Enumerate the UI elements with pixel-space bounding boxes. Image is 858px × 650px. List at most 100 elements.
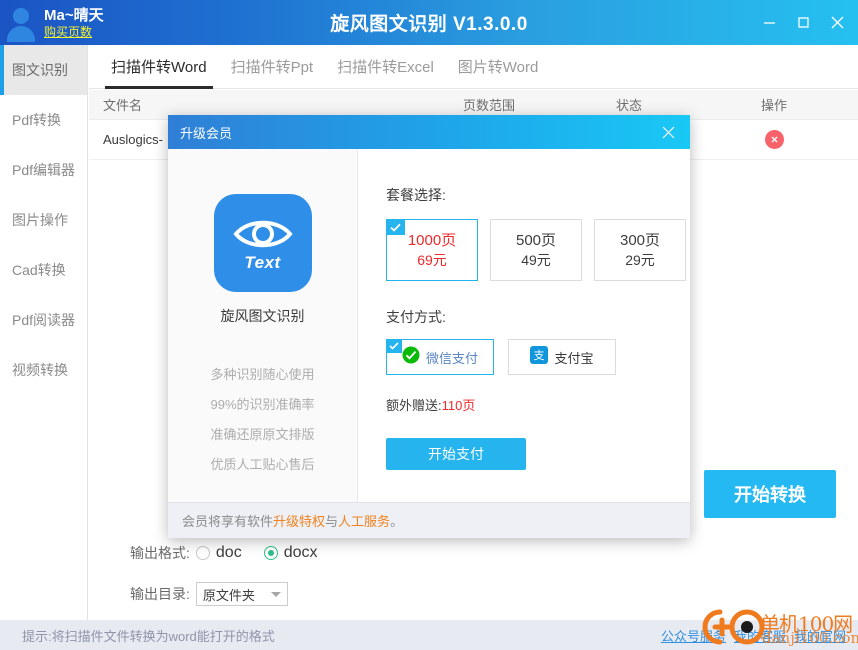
- tab-label: 图片转Word: [457, 59, 539, 76]
- user-info: Ma~晴天 购买页数: [44, 7, 104, 39]
- sidebar-item-video-convert[interactable]: 视频转换: [0, 345, 87, 395]
- footer-highlight-2: 人工服务: [338, 514, 391, 529]
- package-option-500[interactable]: 500页 49元: [490, 219, 582, 281]
- output-format-label: 输出格式:: [130, 545, 190, 561]
- tab-scan-to-excel[interactable]: 扫描件转Excel: [325, 45, 446, 89]
- feature-item: 多种识别随心使用: [210, 367, 315, 382]
- dialog-title: 升级会员: [180, 125, 233, 141]
- output-directory-select[interactable]: 原文件夹: [195, 582, 288, 606]
- radio-option-doc[interactable]: doc: [195, 544, 258, 562]
- radio-option-docx[interactable]: docx: [263, 544, 334, 562]
- app-logo-text: Text: [244, 253, 281, 272]
- package-option-300[interactable]: 300页 29元: [594, 219, 686, 281]
- sidebar-item-label: 图文识别: [12, 62, 68, 78]
- package-option-1000[interactable]: 1000页 69元: [386, 219, 478, 281]
- maximize-icon[interactable]: [786, 0, 820, 45]
- upgrade-membership-dialog: 升级会员 Text 旋风图文识别 多种识别随心使用 99%的识别准确率 准确还原…: [168, 115, 690, 538]
- link-customer-service[interactable]: 我的客服: [734, 626, 786, 645]
- bonus-label: 额外赠送:: [386, 398, 442, 413]
- delete-circle-icon[interactable]: [764, 130, 784, 149]
- output-directory-row: 输出目录: 原文件夹: [130, 582, 288, 606]
- sidebar: 图文识别 Pdf转换 Pdf编辑器 图片操作 Cad转换 Pdf阅读器 视频转换: [0, 45, 88, 650]
- package-price: 49元: [521, 251, 551, 268]
- link-official-account[interactable]: 公众号服务: [661, 626, 726, 645]
- payment-label: 支付宝: [554, 350, 594, 366]
- footer-mid: 与: [325, 514, 339, 529]
- footer-prefix: 会员将享有软件: [182, 514, 274, 529]
- tab-label: 扫描件转Word: [111, 59, 207, 76]
- sidebar-item-label: 视频转换: [12, 362, 68, 378]
- checkmark-icon: [386, 219, 405, 235]
- output-format-row: 输出格式: doc docx: [130, 543, 333, 563]
- wechat-pay-icon: [402, 346, 420, 369]
- eye-icon: [232, 220, 293, 248]
- column-header-page-range: 页数范围: [462, 98, 515, 113]
- payment-option-wechat[interactable]: 微信支付: [386, 339, 494, 375]
- application-window: Ma~晴天 购买页数 旋风图文识别 V1.3.0.0 图文识别 Pdf转换 Pd…: [0, 0, 858, 650]
- package-pages: 300页: [619, 231, 661, 249]
- footer-highlight-1: 升级特权: [273, 514, 326, 529]
- app-logo-icon: Text: [213, 194, 312, 292]
- dialog-body: Text 旋风图文识别 多种识别随心使用 99%的识别准确率 准确还原原文排版 …: [168, 149, 690, 502]
- column-header-action: 操作: [760, 98, 787, 113]
- sidebar-item-pdf-reader[interactable]: Pdf阅读器: [0, 295, 87, 345]
- package-pages: 1000页: [407, 231, 457, 249]
- package-price: 69元: [417, 251, 447, 268]
- tab-label: 扫描件转Ppt: [230, 59, 314, 76]
- status-hint: 提示:将扫描件文件转换为word能打开的格式: [22, 628, 275, 644]
- output-directory-value: 原文件夹: [202, 587, 255, 603]
- buy-pages-link[interactable]: 购买页数: [44, 25, 104, 39]
- radio-docx-icon: [263, 546, 278, 560]
- product-name: 旋风图文识别: [220, 308, 305, 324]
- sidebar-item-label: Pdf编辑器: [12, 162, 76, 178]
- user-avatar-icon: [6, 7, 36, 42]
- alipay-icon: 支: [530, 345, 549, 369]
- chevron-down-icon: [270, 591, 281, 597]
- dialog-purchase-panel: 套餐选择: 1000页 69元 500页 49元 300页 29元 支付方式: …: [358, 149, 690, 502]
- radio-docx-label: docx: [283, 544, 318, 561]
- output-directory-label: 输出目录:: [130, 586, 190, 602]
- bonus-value: 110页: [441, 398, 476, 413]
- package-section-label: 套餐选择:: [386, 187, 446, 203]
- package-options: 1000页 69元 500页 49元 300页 29元: [386, 219, 690, 281]
- dialog-footer: 会员将享有软件 升级特权与人工服务。: [168, 502, 690, 538]
- payment-options: 微信支付 支 支付宝: [386, 339, 690, 375]
- feature-item: 优质人工贴心售后: [210, 457, 315, 472]
- package-price: 29元: [625, 251, 655, 268]
- tab-image-to-word[interactable]: 图片转Word: [446, 45, 551, 89]
- sidebar-item-pdf-editor[interactable]: Pdf编辑器: [0, 145, 87, 195]
- sidebar-item-label: Pdf阅读器: [12, 312, 76, 328]
- cell-action: [699, 130, 849, 149]
- title-bar: Ma~晴天 购买页数 旋风图文识别 V1.3.0.0: [0, 0, 858, 45]
- sidebar-item-cad-convert[interactable]: Cad转换: [0, 245, 87, 295]
- dialog-close-icon[interactable]: [654, 115, 682, 149]
- window-controls: [752, 0, 854, 45]
- sidebar-item-image-ops[interactable]: 图片操作: [0, 195, 87, 245]
- column-header-filename: 文件名: [103, 98, 143, 113]
- username-label: Ma~晴天: [44, 6, 104, 24]
- payment-label: 微信支付: [425, 350, 478, 366]
- feature-list: 多种识别随心使用 99%的识别准确率 准确还原原文排版 优质人工贴心售后: [210, 364, 314, 473]
- footer-suffix: 。: [390, 514, 404, 529]
- status-bar: 提示:将扫描件文件转换为word能打开的格式 公众号服务 我的客服 我的官网: [0, 620, 858, 650]
- dialog-title-bar: 升级会员: [168, 115, 690, 149]
- sidebar-item-ocr[interactable]: 图文识别: [0, 45, 87, 95]
- avatar[interactable]: [0, 0, 42, 45]
- start-convert-button[interactable]: 开始转换: [704, 470, 836, 518]
- link-official-site[interactable]: 我的官网: [794, 626, 846, 645]
- sidebar-item-pdf-convert[interactable]: Pdf转换: [0, 95, 87, 145]
- start-payment-button[interactable]: 开始支付: [386, 438, 526, 470]
- radio-doc-icon: [195, 546, 210, 560]
- feature-item: 准确还原原文排版: [210, 427, 315, 442]
- column-header-status: 状态: [615, 98, 642, 113]
- status-links: 公众号服务 我的客服 我的官网: [661, 626, 846, 645]
- tab-label: 扫描件转Excel: [337, 59, 434, 76]
- payment-option-alipay[interactable]: 支 支付宝: [508, 339, 616, 375]
- tab-scan-to-word[interactable]: 扫描件转Word: [99, 45, 219, 89]
- minimize-icon[interactable]: [752, 0, 786, 45]
- tab-bar: 扫描件转Word 扫描件转Ppt 扫描件转Excel 图片转Word: [89, 45, 858, 89]
- close-icon[interactable]: [820, 0, 854, 45]
- tab-scan-to-ppt[interactable]: 扫描件转Ppt: [219, 45, 326, 89]
- sidebar-item-label: Cad转换: [12, 262, 66, 278]
- svg-text:支: 支: [534, 349, 545, 362]
